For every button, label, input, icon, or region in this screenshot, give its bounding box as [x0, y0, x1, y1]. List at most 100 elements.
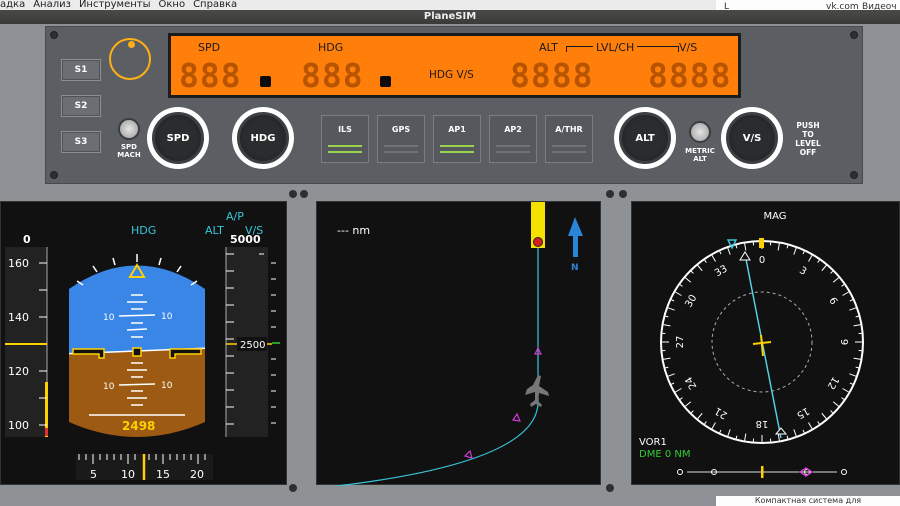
background-window-status: Компактная система для — [716, 496, 900, 506]
display-vs-value: 8888 — [648, 56, 732, 95]
compass-tick — [684, 401, 692, 408]
pfd-svg: 160 140 120 100 0 A/P HDG ALT V/S 5000 1… — [5, 210, 280, 481]
compass-tick — [684, 276, 692, 283]
compass-label: 15 — [794, 405, 811, 421]
compass-tick — [678, 397, 683, 401]
compass-label: 30 — [683, 293, 699, 310]
panel-screw — [289, 190, 297, 198]
speed-tick-100: 100 — [8, 419, 29, 432]
push-to-level-off-label: PUSH TO LEVEL OFF — [795, 121, 821, 157]
compass-tick — [808, 254, 813, 262]
compass-label: 6 — [826, 296, 839, 307]
waypoint-dot — [533, 237, 543, 247]
compass-label: 24 — [683, 374, 699, 391]
gps-indicator — [384, 145, 418, 147]
compass-tick — [832, 276, 840, 283]
metric-alt-toggle[interactable] — [689, 121, 711, 143]
altitude-bug: 2500 — [240, 340, 265, 351]
gps-button[interactable]: GPS — [377, 115, 425, 163]
speed-limit — [45, 428, 48, 436]
display-lvlch-label: LVL/CH — [593, 41, 638, 54]
aircraft-icon — [525, 375, 549, 407]
ils-button[interactable]: ILS — [321, 115, 369, 163]
pitch-label: 10 — [103, 382, 115, 392]
north-arrow-icon — [568, 217, 583, 257]
s3-button[interactable]: S3 — [61, 131, 101, 153]
compass-tick — [703, 258, 707, 263]
compass-tick — [674, 388, 682, 393]
compass-tick — [777, 242, 781, 251]
compass-tick — [842, 291, 850, 296]
ap1-button[interactable]: AP1 — [433, 115, 481, 163]
panel-screw — [289, 484, 297, 492]
menu-item-help[interactable]: Справка — [193, 0, 237, 10]
compass-tick — [817, 258, 821, 263]
compass-tick — [666, 306, 675, 311]
gps-indicator — [384, 151, 418, 153]
compass-tick — [690, 410, 694, 414]
menu-bar: адка Анализ Инструменты Окно Справка — [0, 0, 716, 10]
vs-knob[interactable]: V/S — [721, 107, 783, 169]
panel-screw — [606, 484, 614, 492]
athr-button[interactable]: A/THR — [545, 115, 593, 163]
compass-display: MAG 0 3 6 9 12 15 18 21 24 27 30 33 VOR1 DME 0 NM — [631, 201, 900, 485]
hdg-managed-dot — [380, 76, 391, 87]
ap2-indicator — [496, 145, 530, 147]
compass-label: 0 — [759, 255, 765, 266]
compass-tick — [830, 270, 834, 274]
s2-button[interactable]: S2 — [61, 95, 101, 117]
nd-distance: --- nm — [337, 224, 370, 237]
compass-tick — [662, 357, 671, 361]
course-tail-icon — [774, 427, 788, 435]
nd-svg: --- nm N — [336, 202, 583, 487]
s1-button[interactable]: S1 — [61, 59, 101, 81]
alt-knob[interactable]: ALT — [614, 107, 676, 169]
waypoint-marker — [463, 449, 473, 459]
ils-indicator — [328, 145, 362, 147]
panel-screw — [50, 171, 58, 179]
athr-indicator — [552, 145, 586, 147]
pitch-label: 10 — [161, 312, 173, 322]
compass-tick — [678, 283, 683, 287]
compass-label: 18 — [756, 418, 769, 429]
compass-tick — [743, 242, 747, 251]
compass-tick — [696, 264, 703, 272]
compass-label: 21 — [713, 405, 730, 421]
compass-tick — [808, 422, 813, 430]
deviation-dot — [841, 469, 847, 475]
compass-tick — [666, 373, 675, 378]
menu-item-window[interactable]: Окно — [159, 0, 186, 10]
heading-scale-label: 15 — [156, 468, 170, 481]
spd-mach-toggle[interactable] — [118, 118, 140, 140]
fma-hdg: HDG — [131, 224, 156, 237]
display-hdg-label: HDG — [318, 41, 344, 54]
compass-tick — [662, 323, 671, 327]
compass-tick — [853, 323, 862, 327]
spd-knob[interactable]: SPD — [147, 107, 209, 169]
ap2-indicator — [496, 151, 530, 153]
pitch-label: 10 — [161, 381, 173, 391]
ap2-button[interactable]: AP2 — [489, 115, 537, 163]
display-hdgvs-label: HDG V/S — [429, 69, 474, 81]
vor-label: VOR1 — [639, 437, 667, 448]
compass-tick — [726, 246, 731, 255]
primary-flight-display: 160 140 120 100 0 A/P HDG ALT V/S 5000 1… — [0, 201, 287, 485]
deviation-center — [761, 466, 764, 478]
compass-tick — [696, 412, 703, 420]
display-alt-value: 8888 — [510, 56, 594, 95]
pitch-label: 10 — [103, 313, 115, 323]
speed-tick-160: 160 — [8, 257, 29, 270]
speed-tape — [5, 247, 47, 437]
speed-tick-140: 140 — [8, 311, 29, 324]
compass-tick — [842, 388, 850, 393]
altitude-target: 5000 — [230, 233, 261, 246]
waypoint-marker — [511, 412, 521, 422]
menu-item-tools[interactable]: Инструменты — [79, 0, 151, 10]
menu-item-file[interactable]: адка — [0, 0, 25, 10]
compass-tick — [690, 270, 694, 274]
hdg-knob[interactable]: HDG — [232, 107, 294, 169]
speed-readout: 0 — [23, 233, 31, 246]
heading-scale-label: 5 — [90, 468, 97, 481]
compass-tick — [849, 306, 858, 311]
menu-item-analysis[interactable]: Анализ — [33, 0, 71, 10]
